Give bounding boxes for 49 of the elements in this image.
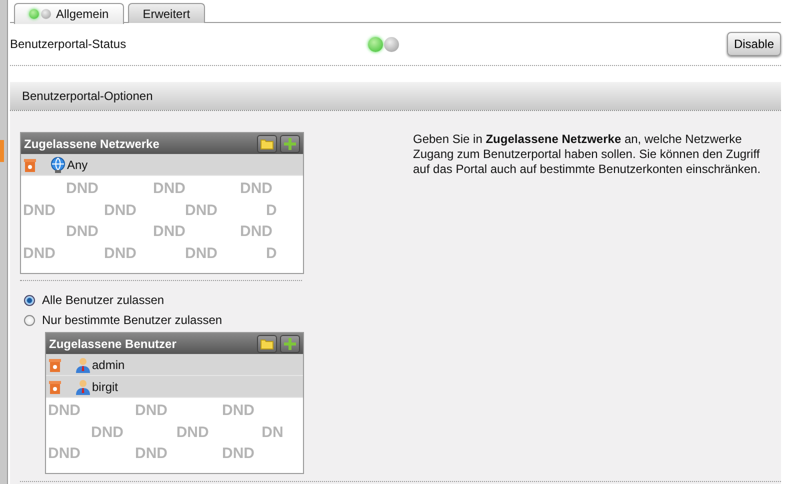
trash-icon[interactable] (49, 380, 61, 394)
add-icon[interactable] (280, 134, 300, 152)
trash-icon[interactable] (24, 158, 36, 172)
drop-hint: DND (23, 202, 56, 219)
radio-button[interactable] (24, 314, 35, 326)
disable-button[interactable]: Disable (726, 32, 781, 56)
section-title: Benutzerportal-Optionen (22, 89, 153, 103)
radio-option[interactable]: Alle Benutzer zulassen (24, 293, 781, 307)
drop-hint: DND (66, 180, 100, 198)
selection-marker (0, 140, 4, 162)
description-text: Geben Sie in Zugelassene Netzwerke an, welche Netzwerke Zugang zum Benutzerportal haben sollen. Sie können den Zugriff auf das Portal auch auf bestimmte Benutzerkonten einschränken. (413, 132, 762, 178)
drop-hint: DND (135, 445, 168, 462)
drop-hint: DND (240, 223, 274, 240)
drop-hint: DND (240, 180, 274, 198)
drop-hint: D (266, 244, 278, 262)
drop-hint: DND (66, 223, 100, 240)
status-label: Benutzerportal-Status (10, 37, 128, 51)
drop-hint: DND (153, 180, 186, 198)
list-item[interactable]: admin (46, 354, 303, 376)
list-item[interactable]: Any (21, 154, 303, 176)
user-icon (75, 356, 91, 372)
add-icon[interactable] (280, 334, 300, 352)
drop-hint: DND (222, 402, 256, 420)
drop-hint: DND (176, 424, 210, 441)
radio-button[interactable] (24, 294, 35, 306)
list-title: Zugelassene Benutzer (49, 336, 178, 350)
drop-hint: DND (104, 244, 138, 262)
list-title: Zugelassene Netzwerke (24, 136, 160, 150)
trash-icon[interactable] (49, 358, 61, 372)
drop-hint: DND (48, 445, 82, 462)
user-icon (75, 378, 91, 394)
drop-hint: DND (48, 402, 82, 420)
globe-icon (50, 156, 66, 172)
folder-icon[interactable] (257, 334, 277, 352)
folder-icon[interactable] (257, 134, 277, 152)
drop-hint: DND (185, 202, 218, 219)
drop-hint: D (266, 202, 278, 219)
drop-hint: DND (185, 244, 218, 262)
drop-hint: DND (91, 424, 124, 441)
tab[interactable]: Erweitert (128, 3, 206, 23)
drop-hint: DND (135, 402, 168, 420)
drop-hint: DND (23, 244, 56, 262)
radio-option[interactable]: Nur bestimmte Benutzer zulassen (24, 313, 781, 327)
tab[interactable]: Allgemein (14, 3, 124, 24)
drop-hint: DN (262, 424, 284, 441)
drop-hint: DND (104, 202, 138, 219)
drop-hint: DND (222, 445, 256, 462)
list-item[interactable]: birgit (46, 376, 303, 398)
drop-hint: DND (153, 223, 186, 240)
